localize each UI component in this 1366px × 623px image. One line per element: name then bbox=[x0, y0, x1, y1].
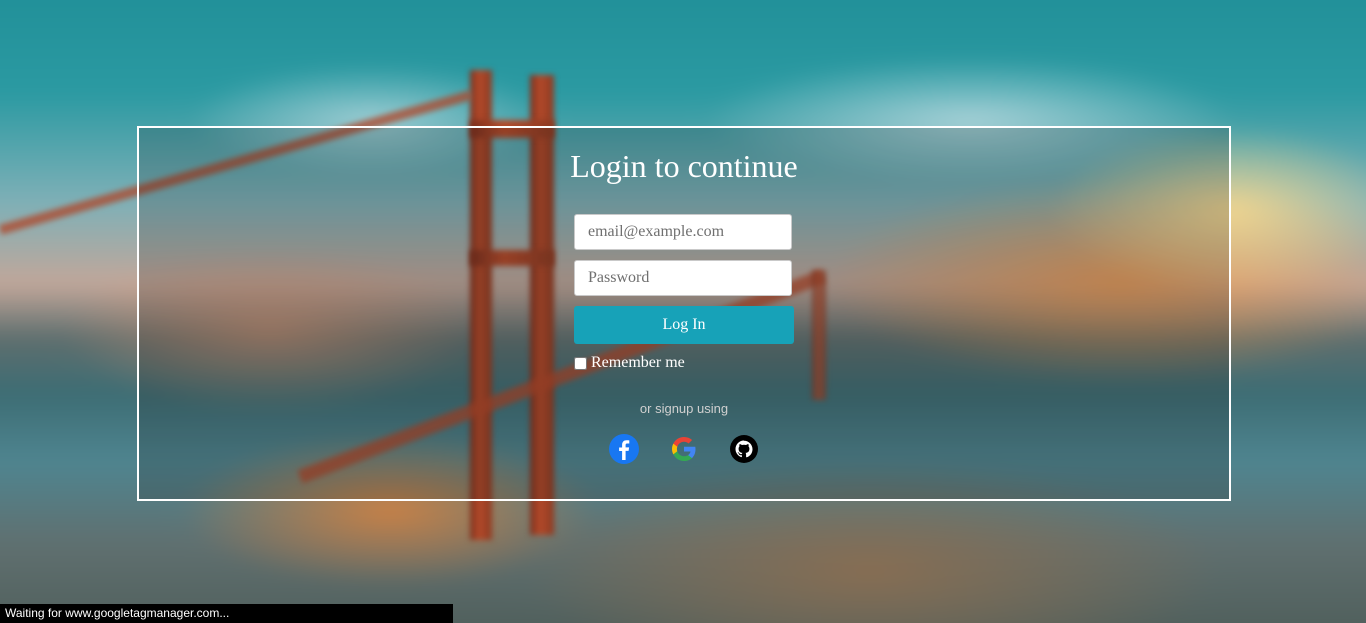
login-card: Login to continue Log In Remember me or … bbox=[137, 126, 1231, 501]
facebook-icon[interactable] bbox=[608, 433, 640, 465]
email-input[interactable] bbox=[574, 214, 792, 250]
remember-label: Remember me bbox=[591, 354, 685, 371]
signup-text: or signup using bbox=[639, 401, 729, 416]
github-icon[interactable] bbox=[728, 433, 760, 465]
remember-checkbox[interactable] bbox=[574, 356, 587, 370]
login-title: Login to continue bbox=[570, 148, 798, 184]
login-button[interactable]: Log In bbox=[574, 306, 794, 344]
remember-me[interactable]: Remember me bbox=[574, 354, 685, 372]
browser-status-bar: Waiting for www.googletagmanager.com... bbox=[0, 604, 453, 623]
google-icon[interactable] bbox=[668, 433, 700, 465]
password-input[interactable] bbox=[574, 260, 792, 296]
